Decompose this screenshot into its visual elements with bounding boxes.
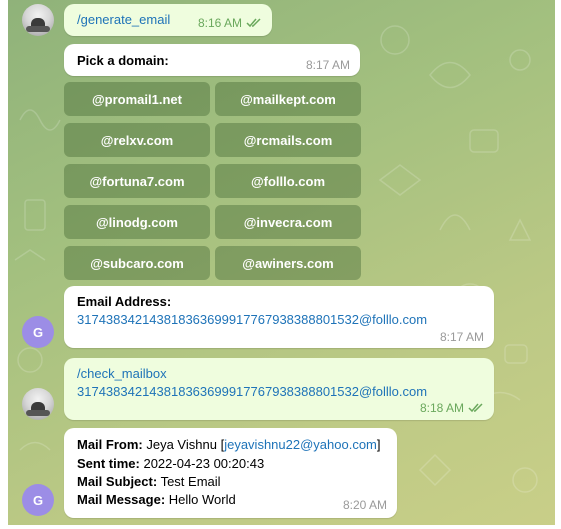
mail-sent-value: 2022-04-23 00:20:43 (143, 456, 265, 471)
mail-subject-row: Mail Subject: Test Email (77, 474, 221, 489)
pick-domain-text: Pick a domain: (77, 53, 169, 68)
mail-message-label: Mail Message: (77, 492, 166, 507)
mail-subject-label: Mail Subject: (77, 474, 158, 489)
message-pick-domain[interactable]: Pick a domain: 8:17 AM (64, 44, 360, 76)
message-meta: 8:18 AM (420, 401, 484, 415)
message-email-address[interactable]: Email Address: 3174383421438183636999177… (64, 286, 494, 348)
mail-from-bracket-close: ] (376, 437, 381, 452)
mail-from-label: Mail From: (77, 437, 143, 452)
user-avatar[interactable] (22, 388, 54, 420)
window-frame-bottom (0, 525, 561, 529)
message-time: 8:17 AM (305, 58, 350, 72)
domain-button-folllo[interactable]: @folllo.com (215, 164, 361, 198)
double-check-icon (246, 18, 261, 28)
domain-button-subcaro[interactable]: @subcaro.com (64, 246, 210, 280)
user-photo-base (26, 410, 50, 416)
user-avatar[interactable] (22, 4, 54, 36)
user-photo-base (26, 26, 50, 32)
message-meta: 8:20 AM (343, 498, 387, 512)
domain-button-relxv[interactable]: @relxv.com (64, 123, 210, 157)
command-check-mailbox[interactable]: /check_mailbox (77, 366, 167, 381)
double-check-icon (468, 403, 483, 413)
mail-from-email-link[interactable]: jeyavishnu22@yahoo.com (224, 437, 377, 452)
mail-sent-label: Sent time: (77, 456, 140, 471)
email-address-label: Email Address: (77, 294, 172, 309)
bot-avatar[interactable]: G (22, 316, 54, 348)
email-address-link[interactable]: 317438342143818363699917767938388801532@… (77, 312, 427, 327)
domain-button-awiners[interactable]: @awiners.com (215, 246, 361, 280)
mail-message-value: Hello World (168, 492, 236, 507)
mail-message-row: Mail Message: Hello World (77, 492, 236, 507)
domain-button-fortuna7[interactable]: @fortuna7.com (64, 164, 210, 198)
bot-avatar[interactable]: G (22, 484, 54, 516)
message-generate-email[interactable]: /generate_email 8:16 AM (64, 4, 272, 36)
mail-from-row: Mail From: Jeya Vishnu [jeyavishnu22@yah… (77, 437, 381, 452)
message-time: 8:17 AM (439, 330, 484, 344)
window-frame-right (555, 0, 561, 529)
message-time: 8:20 AM (342, 498, 387, 512)
domain-button-invecra[interactable]: @invecra.com (215, 205, 361, 239)
mail-subject-value: Test Email (160, 474, 221, 489)
message-check-mailbox[interactable]: /check_mailbox 3174383421438183636999177… (64, 358, 494, 420)
mail-from-name: Jeya Vishnu (146, 437, 217, 452)
message-meta: 8:16 AM (198, 16, 262, 30)
domain-button-promail1[interactable]: @promail1.net (64, 82, 210, 116)
message-meta: 8:17 AM (440, 330, 484, 344)
domain-button-mailkept[interactable]: @mailkept.com (215, 82, 361, 116)
command-generate-email[interactable]: /generate_email (77, 12, 170, 27)
mail-sent-row: Sent time: 2022-04-23 00:20:43 (77, 456, 264, 471)
domain-button-rcmails[interactable]: @rcmails.com (215, 123, 361, 157)
message-meta: 8:17 AM (306, 58, 350, 72)
message-time: 8:18 AM (419, 401, 464, 415)
mailbox-address-link[interactable]: 317438342143818363699917767938388801532@… (77, 384, 427, 399)
domain-button-linodg[interactable]: @linodg.com (64, 205, 210, 239)
message-time: 8:16 AM (197, 16, 242, 30)
window-frame-left (0, 0, 8, 529)
message-mail-details[interactable]: Mail From: Jeya Vishnu [jeyavishnu22@yah… (64, 428, 397, 518)
